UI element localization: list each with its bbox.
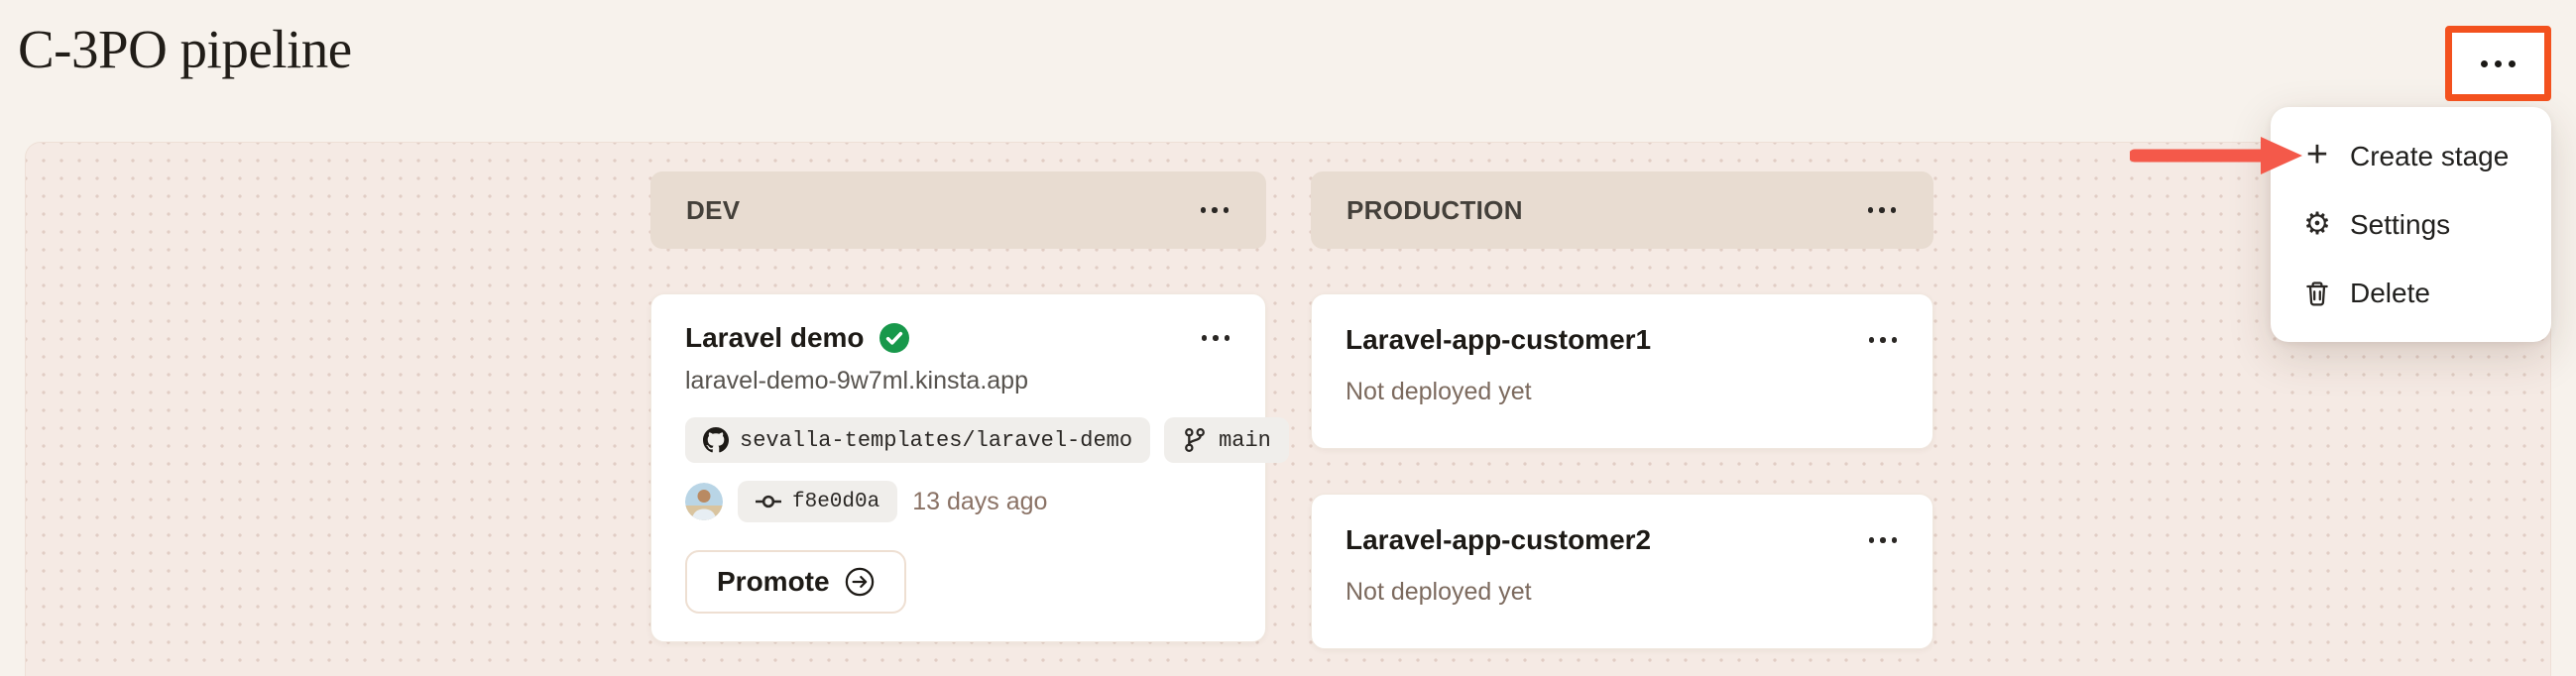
menu-item-delete[interactable]: Delete: [2271, 259, 2551, 327]
stage-column-dev: DEV Laravel demo laravel-demo-9w7ml.kins…: [650, 171, 1266, 642]
deploy-time: 13 days ago: [912, 488, 1047, 516]
branch-name: main: [1219, 428, 1271, 453]
app-card-customer1: Laravel-app-customer1 Not deployed yet: [1311, 293, 1933, 449]
app-more-icon[interactable]: [1867, 531, 1900, 549]
menu-item-label: Settings: [2350, 209, 2450, 241]
app-more-icon[interactable]: [1200, 329, 1232, 347]
deployed-check-icon: [879, 323, 909, 353]
more-icon: [2479, 55, 2517, 73]
stage-more-icon[interactable]: [1199, 201, 1231, 219]
trash-icon: [2300, 280, 2334, 307]
pipeline-screen: C-3PO pipeline DEV Laravel demo: [0, 0, 2576, 676]
menu-item-label: Create stage: [2350, 141, 2509, 172]
app-domain: laravel-demo-9w7ml.kinsta.app: [685, 367, 1231, 395]
app-name: Laravel-app-customer1: [1346, 324, 1651, 356]
arrow-right-circle-icon: [845, 567, 875, 597]
stage-header-production: PRODUCTION: [1311, 171, 1933, 249]
promote-label: Promote: [717, 566, 830, 598]
deploy-status-text: Not deployed yet: [1346, 578, 1899, 607]
branch-badge: main: [1164, 417, 1289, 463]
page-title: C-3PO pipeline: [18, 18, 352, 80]
menu-item-label: Delete: [2350, 278, 2430, 309]
stage-column-production: PRODUCTION Laravel-app-customer1 Not dep…: [1311, 171, 1933, 649]
repo-badge: sevalla-templates/laravel-demo: [685, 417, 1150, 463]
commit-badge: f8e0d0a: [738, 481, 897, 522]
stage-name: PRODUCTION: [1347, 195, 1523, 226]
commit-hash: f8e0d0a: [792, 491, 879, 513]
app-card-customer2: Laravel-app-customer2 Not deployed yet: [1311, 494, 1933, 649]
committer-avatar: [685, 483, 723, 520]
pipeline-canvas: DEV Laravel demo laravel-demo-9w7ml.kins…: [25, 142, 2551, 676]
plus-icon: +: [2300, 136, 2334, 173]
app-name: Laravel demo: [685, 322, 865, 354]
pipeline-menu: + Create stage ⚙ Settings Delete: [2271, 107, 2551, 342]
pipeline-more-button[interactable]: [2445, 26, 2551, 101]
github-icon: [703, 427, 729, 453]
app-name: Laravel-app-customer2: [1346, 524, 1651, 556]
gear-icon: ⚙: [2300, 209, 2334, 240]
stage-header-dev: DEV: [650, 171, 1266, 249]
app-card-laravel-demo: Laravel demo laravel-demo-9w7ml.kinsta.a…: [650, 293, 1266, 642]
git-branch-icon: [1182, 427, 1208, 453]
app-more-icon[interactable]: [1867, 331, 1900, 349]
menu-item-create-stage[interactable]: + Create stage: [2271, 122, 2551, 190]
stage-more-icon[interactable]: [1866, 201, 1899, 219]
repo-name: sevalla-templates/laravel-demo: [740, 428, 1132, 453]
promote-button[interactable]: Promote: [685, 550, 906, 614]
deploy-status-text: Not deployed yet: [1346, 378, 1899, 406]
menu-item-settings[interactable]: ⚙ Settings: [2271, 190, 2551, 259]
git-commit-icon: [756, 489, 781, 514]
stage-name: DEV: [686, 195, 740, 226]
